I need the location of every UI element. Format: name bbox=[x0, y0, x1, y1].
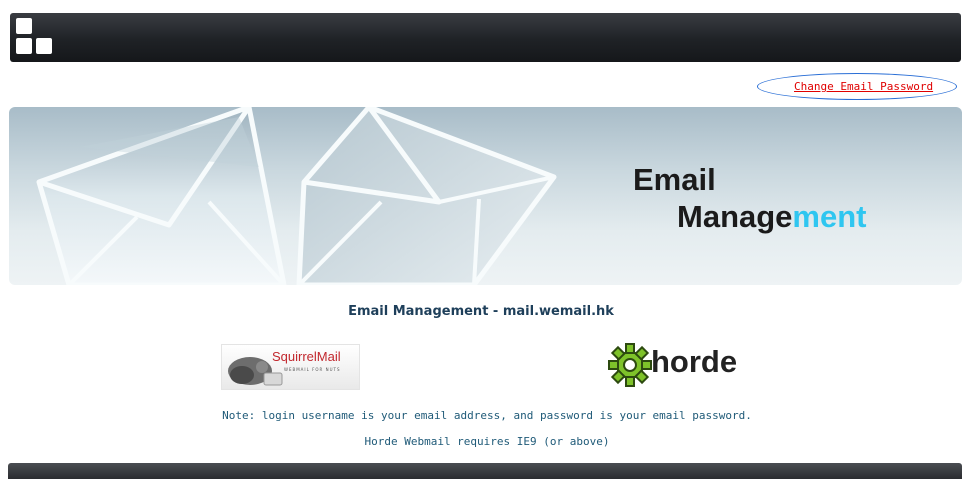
squirrelmail-logo-link[interactable]: SquirrelMail WEBMAIL FOR NUTS bbox=[221, 344, 360, 390]
horde-logo-link[interactable]: horde bbox=[608, 342, 763, 388]
site-logo-icon[interactable] bbox=[16, 18, 56, 58]
banner-title-line2: Management bbox=[677, 199, 867, 235]
squirrelmail-label: SquirrelMail bbox=[272, 349, 341, 364]
envelope-illustration-icon bbox=[36, 107, 557, 285]
banner-title-line1: Email bbox=[633, 162, 716, 197]
email-management-banner: Email Management bbox=[9, 107, 962, 285]
page-title: Email Management - mail.wemail.hk bbox=[348, 304, 614, 319]
banner-title-main: Manage bbox=[677, 199, 793, 234]
browser-requirement-note: Horde Webmail requires IE9 (or above) bbox=[364, 435, 610, 448]
banner-title-highlight: ment bbox=[792, 199, 867, 234]
gear-icon bbox=[608, 343, 652, 387]
bottom-footer-bar bbox=[8, 463, 962, 479]
change-password-link[interactable]: Change Email Password bbox=[794, 80, 933, 93]
horde-label: horde bbox=[651, 344, 738, 379]
squirrelmail-tagline: WEBMAIL FOR NUTS bbox=[284, 367, 341, 372]
top-header-bar bbox=[10, 13, 961, 62]
login-note: Note: login username is your email addre… bbox=[222, 409, 752, 422]
change-password-area: Change Email Password bbox=[757, 73, 959, 102]
